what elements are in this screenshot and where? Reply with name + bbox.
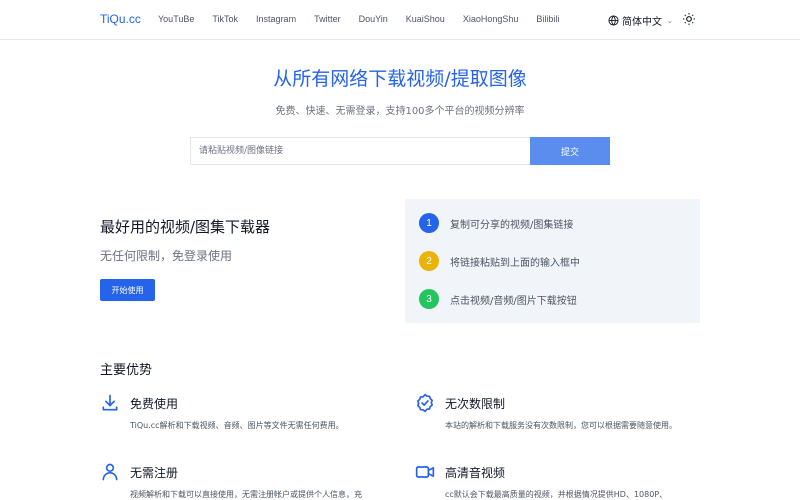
feature-subtitle: 无任何限制，免登录使用 [100, 249, 233, 263]
nav-link-youtube[interactable]: YouTuBe [158, 14, 194, 24]
advantage-title: 高清音视频 [445, 466, 506, 480]
nav-link-bilibili[interactable]: Bilibili [536, 14, 559, 24]
step-item: 3 点击视频/音频/图片下载按钮 [419, 289, 577, 309]
badge-check-icon [417, 393, 433, 413]
site-logo[interactable]: TiQu.cc [100, 12, 141, 26]
hero-subtitle: 免费、快速、无需登录，支持100多个平台的视频分辨率 [275, 106, 525, 117]
advantage-title: 免费使用 [130, 397, 179, 411]
url-input[interactable] [190, 137, 530, 165]
steps-panel: 1 复制可分享的视频/图集链接 2 将链接粘贴到上面的输入框中 3 点击视频/音… [405, 199, 700, 323]
advantage-desc: TiQu.cc解析和下载视频、音频、图片等文件无需任何费用。 [130, 421, 344, 430]
nav-link-tiktok[interactable]: TikTok [212, 14, 238, 24]
advantage-desc: cc默认会下载最高质量的视频，并根据情况提供HD、1080P、 [445, 490, 668, 499]
advantage-desc: 视频解析和下载可以直接使用，无需注册帐户或提供个人信息，充 [130, 490, 362, 499]
advantage-title: 无需注册 [130, 466, 179, 480]
nav-link-douyin[interactable]: DouYin [359, 14, 388, 24]
nav-link-kuaishou[interactable]: KuaiShou [406, 14, 445, 24]
submit-button[interactable]: 提交 [530, 137, 610, 165]
download-icon [102, 394, 118, 411]
step-number-badge: 1 [419, 213, 439, 233]
advantage-title: 无次数限制 [445, 397, 506, 411]
language-label: 简体中文 [622, 17, 662, 28]
nav-link-instagram[interactable]: Instagram [256, 14, 296, 24]
nav-link-twitter[interactable]: Twitter [314, 14, 341, 24]
step-item: 1 复制可分享的视频/图集链接 [419, 213, 573, 233]
start-button[interactable]: 开始使用 [100, 279, 155, 301]
globe-icon [608, 15, 619, 26]
user-icon [102, 463, 118, 481]
step-text: 复制可分享的视频/图集链接 [450, 219, 574, 231]
top-navbar: TiQu.cc YouTuBe TikTok Instagram Twitter… [0, 0, 800, 40]
chevron-down-icon: ⌄ [667, 16, 673, 25]
language-selector[interactable]: 简体中文 ⌄ [608, 13, 673, 28]
advantage-desc: 本站的解析和下载服务没有次数限制，您可以根据需要随意使用。 [445, 421, 677, 430]
video-camera-icon [415, 466, 435, 478]
step-number-badge: 2 [419, 251, 439, 271]
advantages-title: 主要优势 [100, 363, 153, 378]
step-text: 将链接粘贴到上面的输入框中 [450, 257, 580, 269]
sun-icon[interactable] [682, 12, 696, 26]
hero-title: 从所有网络下载视频/提取图像 [273, 68, 527, 90]
step-text: 点击视频/音频/图片下载按钮 [450, 295, 577, 307]
step-number-badge: 3 [419, 289, 439, 309]
platform-links: YouTuBe TikTok Instagram Twitter DouYin … [158, 14, 577, 24]
step-item: 2 将链接粘贴到上面的输入框中 [419, 251, 580, 271]
nav-link-xiaohongshu[interactable]: XiaoHongShu [463, 14, 519, 24]
feature-title: 最好用的视频/图集下载器 [100, 218, 271, 236]
